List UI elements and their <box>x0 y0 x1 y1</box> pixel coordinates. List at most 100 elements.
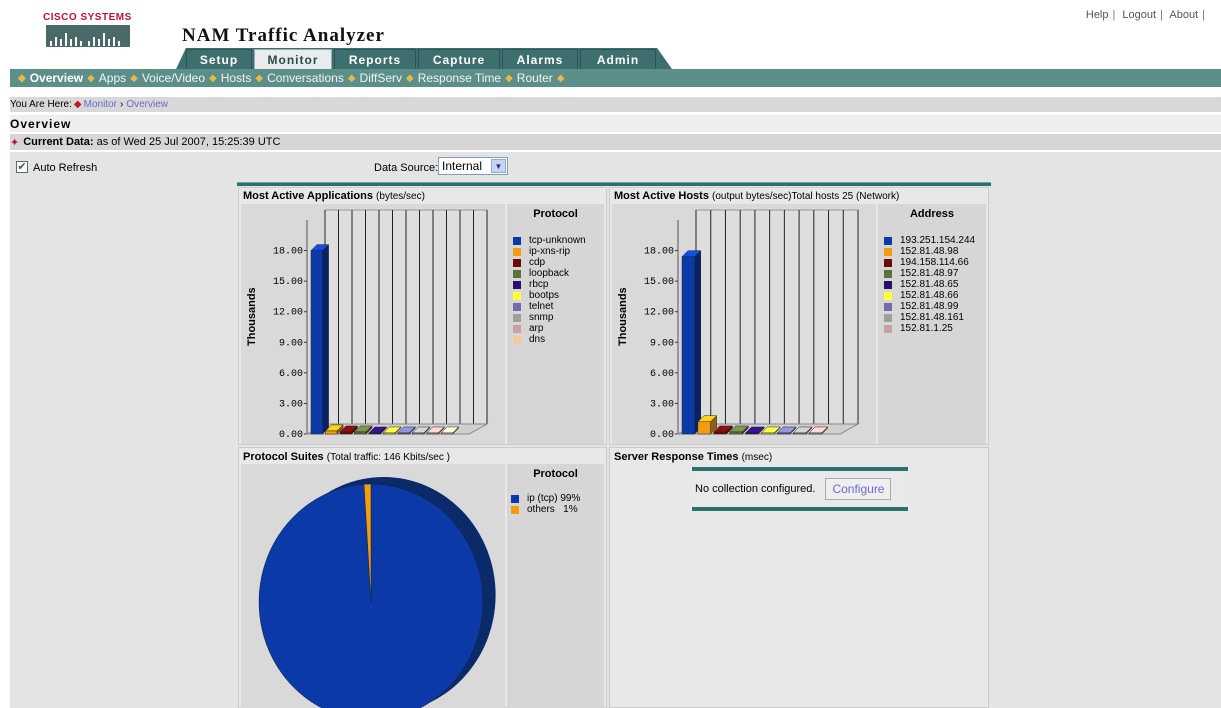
bullet-icon: ◆ <box>347 72 356 84</box>
legend-label: 193.251.154.244 <box>900 235 976 246</box>
check-icon: ✔ <box>17 161 27 173</box>
y-tick-label: 9.00 <box>279 338 303 349</box>
subnav-conversations[interactable]: ◆ Conversations <box>255 71 343 85</box>
cisco-logo <box>46 25 130 47</box>
hosts-legend-head: Address <box>909 208 955 220</box>
bar-front <box>729 431 743 435</box>
data-source-select[interactable]: Internal ▼ <box>438 157 508 175</box>
suites-legend: Protocol ip (tcp) 99% others 1% <box>507 464 604 708</box>
legend-swatch <box>884 236 892 245</box>
bar-front <box>777 432 791 435</box>
left-pane <box>10 152 236 708</box>
legend-label: loopback <box>529 268 570 279</box>
subnav-router[interactable]: ◆ Router ◆ <box>505 71 568 85</box>
tab-admin[interactable]: Admin <box>580 49 656 69</box>
breadcrumb-prefix: You Are Here: <box>10 99 72 110</box>
apps-legend-head: Protocol <box>533 208 578 220</box>
bar-front <box>745 432 759 435</box>
breadcrumb-overview[interactable]: Overview <box>126 99 168 110</box>
configure-button[interactable]: Configure <box>825 478 892 500</box>
hosts-chart: 18.00 15.00 12.00 9.00 6.00 3.00 0.00 Thousand… <box>612 204 876 444</box>
suites-pie-svg <box>258 477 496 708</box>
help-link[interactable]: Help <box>1086 9 1109 21</box>
legend-swatch <box>884 269 892 278</box>
bullet-icon: ◆ <box>406 72 414 84</box>
legend-item: arp <box>513 323 604 334</box>
subnav-apps[interactable]: ◆ Apps <box>87 71 126 85</box>
y-tick-label: 12.00 <box>644 308 674 319</box>
subnav-hosts[interactable]: ◆ Hosts <box>209 71 251 85</box>
bar-front <box>808 432 823 435</box>
legend-label: 152.81.48.97 <box>900 268 959 279</box>
legend-item: bootps <box>513 290 604 301</box>
suites-chart <box>241 464 505 708</box>
bullet-star-icon: ✦ <box>10 136 20 149</box>
bar-front <box>412 432 425 435</box>
legend-label: 152.81.48.65 <box>900 279 959 290</box>
legend-swatch <box>513 280 521 289</box>
tab-reports[interactable]: Reports <box>334 49 416 69</box>
hosts-legend: Address 193.251.154.244 152.81.48.98 194.1… <box>878 204 986 444</box>
apps-title: Most Active Applications (bytes/sec) <box>243 190 425 202</box>
legend-label: 152.81.48.99 <box>900 301 959 312</box>
legend-label: 152.81.1.25 <box>900 323 953 334</box>
auto-refresh-checkbox[interactable]: ✔ <box>16 161 28 173</box>
legend-item: 193.251.154.244 <box>884 235 986 246</box>
tab-alarms[interactable]: Alarms <box>502 49 578 69</box>
hosts-ylabel: Thousands <box>617 287 629 346</box>
bullet-icon: ◆ <box>255 72 264 84</box>
apps-chart: 18.00 15.00 12.00 9.00 6.00 3.00 0.00 Thousand… <box>241 204 505 444</box>
srt-title: Server Response Times (msec) <box>614 451 773 463</box>
y-tick-label: 0.00 <box>279 430 303 441</box>
tab-capture[interactable]: Capture <box>418 49 500 69</box>
bar-front <box>383 432 396 435</box>
y-tick-label: 18.00 <box>644 247 674 258</box>
tab-setup[interactable]: Setup <box>186 49 252 69</box>
suites-legend-head: Protocol <box>533 468 578 480</box>
subnav-overview[interactable]: ◆ Overview <box>18 71 83 85</box>
bar-front <box>339 431 352 435</box>
hosts-panel: Most Active Hosts (output bytes/sec)Tota… <box>609 187 989 445</box>
bar-front <box>681 256 695 435</box>
legend-label: cdp <box>529 257 546 268</box>
data-source-label: Data Source: <box>374 162 439 174</box>
bar-front <box>792 432 807 435</box>
legend-swatch <box>513 335 521 344</box>
bar-front <box>397 432 410 435</box>
legend-item: 152.81.1.25 <box>884 323 986 334</box>
legend-item: 152.81.48.99 <box>884 301 986 312</box>
srt-box: No collection configured. Configure <box>692 467 908 511</box>
legend-item: ip-xns-rip <box>513 246 604 257</box>
legend-swatch <box>513 247 521 256</box>
grid-wall <box>695 209 859 425</box>
legend-swatch <box>511 494 519 503</box>
bullet-icon: ◆ <box>87 72 95 84</box>
legend-swatch <box>513 236 521 245</box>
legend-item: telnet <box>513 301 604 312</box>
current-data-label: Current Data: <box>23 136 94 148</box>
subnav-voice-video[interactable]: ◆ Voice/Video <box>130 71 205 85</box>
about-link[interactable]: About <box>1169 9 1198 21</box>
cisco-logo-text: Cisco Systems <box>43 12 132 23</box>
legend-label: 152.81.48.98 <box>900 246 959 257</box>
legend-item: 152.81.48.98 <box>884 246 986 257</box>
breadcrumb-monitor[interactable]: Monitor <box>84 99 117 110</box>
legend-swatch <box>513 324 521 333</box>
bar-front <box>440 432 454 435</box>
apps-ylabel: Thousands <box>246 287 258 346</box>
chevron-down-icon[interactable]: ▼ <box>491 159 506 173</box>
subnav-response-time[interactable]: ◆ Response Time <box>406 71 501 85</box>
bullet-icon: ◆ <box>556 72 565 84</box>
suites-title: Protocol Suites (Total traffic: 146 Kbit… <box>243 451 450 463</box>
legend-swatch <box>884 258 892 267</box>
y-tick-label: 3.00 <box>279 399 303 410</box>
logout-link[interactable]: Logout <box>1122 9 1156 21</box>
subnav-diffserv[interactable]: ◆ DiffServ <box>348 71 402 85</box>
legend-item: ip (tcp) 99% <box>511 493 604 504</box>
tab-monitor[interactable]: Monitor <box>254 49 332 69</box>
bar-front <box>713 431 727 435</box>
bar-side <box>322 243 329 435</box>
legend-swatch <box>513 313 521 322</box>
right-pane <box>991 152 1221 708</box>
sub-navigation: ◆ Overview ◆ Apps ◆ Voice/Video ◆ Hosts ◆ Con… <box>10 69 1221 87</box>
